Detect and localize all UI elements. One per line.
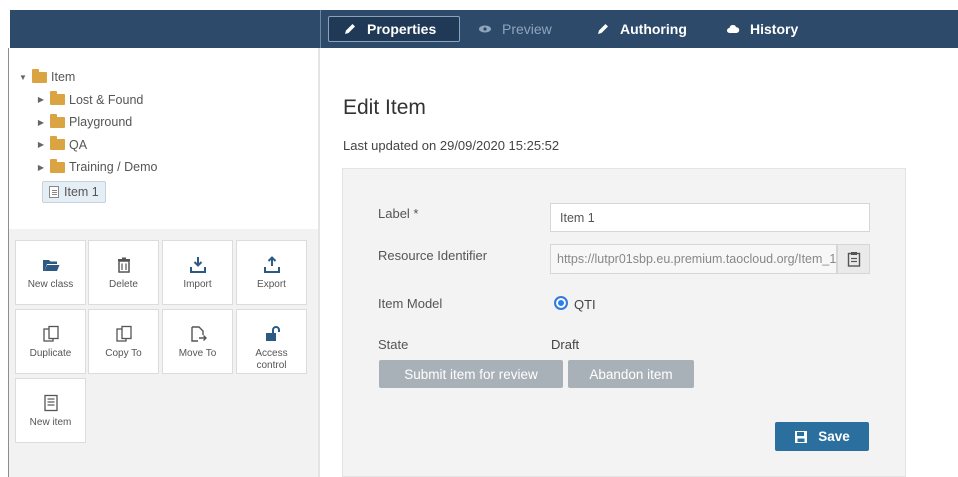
top-nav-left-blank (10, 10, 320, 48)
action-label: New item (29, 417, 72, 428)
tree-node-label: Lost & Found (69, 92, 144, 107)
move-to-button[interactable]: Move To (162, 309, 233, 374)
tab-label: Preview (502, 21, 552, 37)
action-label: Access control (255, 348, 288, 371)
action-label: Import (183, 279, 212, 290)
caret-down-icon[interactable]: ▼ (18, 73, 28, 82)
tab-properties[interactable]: Properties (328, 16, 460, 42)
tab-history[interactable]: History (712, 16, 812, 42)
eye-icon (479, 25, 491, 33)
resource-tree: ▼ Item ▶ Lost & Found ▶ Playground ▶ QA … (18, 66, 157, 203)
action-label: Copy To (105, 348, 142, 359)
resource-identifier-label: Resource Identifier (378, 248, 488, 263)
column-divider (318, 48, 320, 477)
action-label: Export (257, 279, 286, 290)
document-icon (49, 185, 59, 198)
tab-label: Authoring (620, 21, 687, 37)
folder-icon (50, 91, 65, 106)
folder-icon (32, 68, 47, 83)
tree-node-folder[interactable]: ▶ Playground (18, 111, 157, 134)
unlock-icon (265, 326, 280, 341)
tree-node-folder[interactable]: ▶ Training / Demo (18, 156, 157, 179)
clipboard-icon (847, 252, 860, 267)
action-label: Delete (109, 279, 138, 290)
last-updated-text: Last updated on 29/09/2020 15:25:52 (343, 138, 560, 153)
copy-to-clipboard-button[interactable] (837, 244, 870, 274)
top-nav-bar: Properties Preview Authoring History (10, 10, 958, 48)
floppy-disk-icon (795, 430, 808, 443)
page-title: Edit Item (343, 96, 426, 119)
submit-for-review-button[interactable]: Submit item for review (379, 360, 563, 388)
tree-node-folder[interactable]: ▶ Lost & Found (18, 89, 157, 112)
save-button[interactable]: Save (775, 422, 869, 451)
label-field-label: Label * (378, 206, 419, 221)
duplicate-icon (42, 325, 59, 342)
action-panel: New class Delete Import Export Duplicate… (9, 229, 318, 477)
new-class-button[interactable]: New class (15, 240, 86, 305)
folder-icon (50, 136, 65, 151)
action-label: New class (27, 279, 74, 290)
pencil-icon (598, 24, 608, 34)
pencil-icon (345, 24, 355, 34)
export-button[interactable]: Export (236, 240, 307, 305)
qti-radio-label: QTI (574, 297, 596, 312)
save-label: Save (818, 429, 850, 444)
tree-node-item-selected[interactable]: Item 1 (42, 180, 106, 203)
caret-right-icon[interactable]: ▶ (36, 163, 46, 172)
tree-node-root[interactable]: ▼ Item (18, 66, 157, 89)
copy-icon (115, 325, 132, 342)
state-label: State (378, 337, 409, 352)
action-label: Move To (178, 348, 217, 359)
tab-authoring[interactable]: Authoring (582, 16, 701, 42)
folder-open-icon (42, 260, 59, 271)
label-input[interactable] (550, 203, 870, 232)
cloud-icon (727, 25, 740, 33)
qti-radio[interactable] (554, 296, 568, 310)
caret-right-icon[interactable]: ▶ (36, 95, 46, 104)
import-icon (189, 257, 206, 273)
document-icon (43, 394, 58, 412)
folder-icon (50, 158, 65, 173)
import-button[interactable]: Import (162, 240, 233, 305)
trash-icon (117, 257, 130, 273)
tree-node-label: Training / Demo (69, 160, 158, 175)
move-icon (190, 326, 207, 342)
tab-label: Properties (367, 21, 437, 37)
tab-preview[interactable]: Preview (464, 16, 566, 42)
access-control-button[interactable]: Access control (236, 309, 307, 374)
state-value: Draft (551, 337, 580, 352)
tree-node-label: Item 1 (64, 184, 99, 199)
tree-node-folder[interactable]: ▶ QA (18, 134, 157, 157)
export-icon (263, 256, 280, 273)
duplicate-button[interactable]: Duplicate (15, 309, 86, 374)
delete-button[interactable]: Delete (88, 240, 159, 305)
tree-node-label: Playground (69, 115, 133, 130)
tab-label: History (750, 21, 799, 37)
tree-node-label: QA (69, 137, 88, 152)
caret-right-icon[interactable]: ▶ (36, 118, 46, 127)
action-label: Duplicate (29, 348, 72, 359)
tree-node-label: Item (51, 70, 76, 85)
folder-icon (50, 113, 65, 128)
resource-identifier-field[interactable]: https://lutpr01sbp.eu.premium.taocloud.o… (550, 244, 837, 274)
caret-right-icon[interactable]: ▶ (36, 140, 46, 149)
top-nav-divider (320, 10, 321, 48)
copy-to-button[interactable]: Copy To (88, 309, 159, 374)
abandon-item-button[interactable]: Abandon item (568, 360, 694, 388)
item-model-label: Item Model (378, 296, 443, 311)
new-item-button[interactable]: New item (15, 378, 86, 443)
